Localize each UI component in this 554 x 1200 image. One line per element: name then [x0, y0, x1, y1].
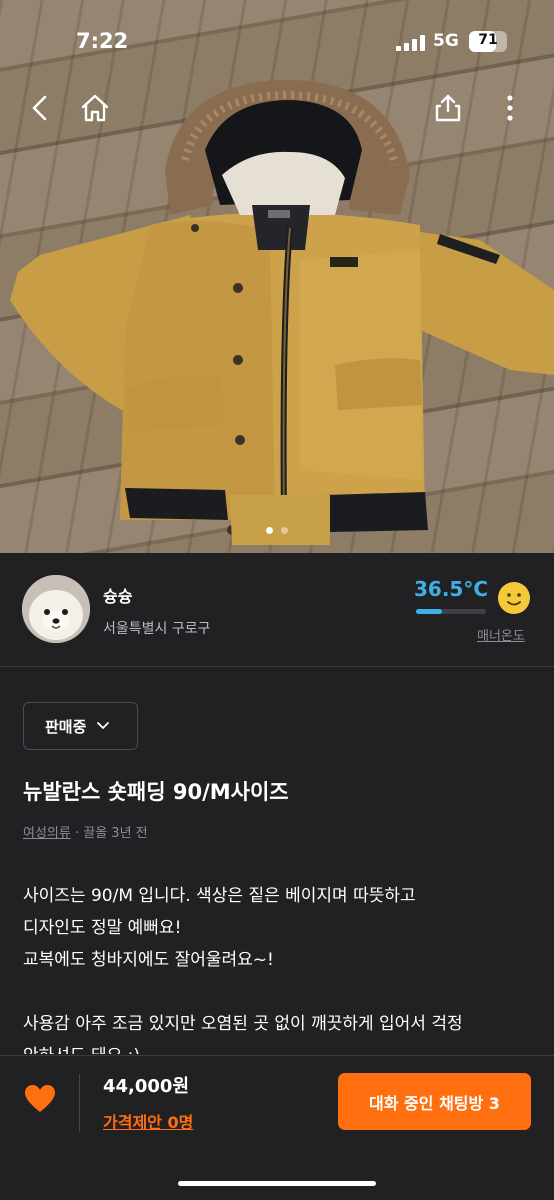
- divider: [79, 1074, 80, 1132]
- smiley-face-icon: [498, 582, 530, 614]
- category-link[interactable]: 여성의류: [23, 826, 71, 841]
- gallery-page-indicator: [0, 527, 554, 534]
- manner-temperature-value: 36.5°C: [414, 577, 489, 601]
- network-type: 5G: [433, 31, 459, 51]
- chat-rooms-button[interactable]: 대화 중인 채팅방 3: [338, 1073, 531, 1130]
- description-line: 교복에도 청바지에도 잘어울려요~!: [23, 950, 274, 970]
- price-offer-link[interactable]: 가격제안 0명: [103, 1109, 193, 1133]
- heart-icon[interactable]: [24, 1084, 56, 1114]
- share-button[interactable]: [428, 88, 468, 128]
- gallery-dot[interactable]: [266, 527, 273, 534]
- product-title: 뉴발란스 숏패딩 90/M사이즈: [23, 780, 289, 804]
- dog-avatar-image: [22, 575, 90, 643]
- description-line: 사이즈는 90/M 입니다. 색상은 짙은 베이지며 따뜻하고: [23, 886, 416, 906]
- description-line: 안하셔도 돼요 :): [23, 1040, 535, 1054]
- home-icon: [81, 94, 109, 122]
- seller-location: 서울특별시 구로구: [103, 621, 211, 637]
- avatar[interactable]: [22, 575, 90, 643]
- price: 44,000원: [103, 1076, 190, 1097]
- chevron-down-icon: [97, 722, 110, 729]
- home-button[interactable]: [75, 88, 115, 128]
- share-icon: [435, 94, 461, 122]
- product-image-gallery[interactable]: 7:22 5G 71: [0, 0, 554, 553]
- description-line: 디자인도 정말 예뻐요!: [23, 918, 182, 938]
- product-description: 사이즈는 90/M 입니다. 색상은 짙은 베이지며 따뜻하고 디자인도 정말 …: [23, 880, 535, 1054]
- posted-time: · 끌올 3년 전: [74, 826, 148, 841]
- manner-temperature-link[interactable]: 매너온도: [477, 625, 525, 644]
- chevron-left-icon: [32, 95, 47, 121]
- description-line: 사용감 아주 조금 있지만 오염된 곳 없이 깨끗하게 입어서 걱정: [23, 1014, 463, 1034]
- product-meta: 여성의류 · 끌올 3년 전: [23, 822, 148, 841]
- battery-icon: 71: [469, 31, 507, 52]
- battery-percent: 71: [478, 32, 498, 48]
- home-indicator: [178, 1181, 376, 1186]
- sale-status-label: 판매중: [45, 717, 87, 736]
- status-bar: 7:22 5G 71: [0, 0, 554, 84]
- gallery-dot[interactable]: [281, 527, 288, 534]
- more-vertical-icon: [507, 95, 513, 121]
- back-button[interactable]: [20, 88, 60, 128]
- status-time: 7:22: [76, 29, 129, 53]
- bottom-action-bar: 44,000원 가격제안 0명 대화 중인 채팅방 3: [0, 1055, 554, 1200]
- manner-temperature-bar: [416, 609, 486, 614]
- seller-profile[interactable]: 슝슝 서울특별시 구로구 36.5°C 매너온도: [0, 553, 554, 667]
- more-button[interactable]: [490, 88, 530, 128]
- seller-name[interactable]: 슝슝: [103, 583, 132, 607]
- signal-icon: [396, 35, 426, 51]
- description-line: [23, 976, 535, 1008]
- sale-status-dropdown[interactable]: 판매중: [23, 702, 138, 750]
